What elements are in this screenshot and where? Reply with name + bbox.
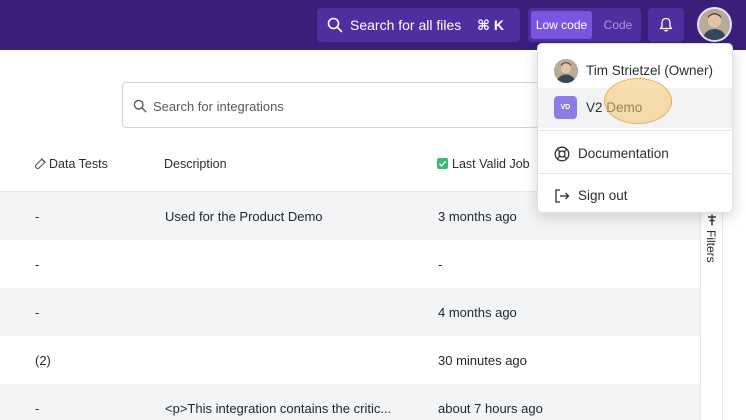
last-valid-job-cell: 3 months ago xyxy=(438,209,517,224)
menu-divider xyxy=(538,130,732,131)
search-shortcut: ⌘ K xyxy=(477,17,504,33)
global-search-label: Search for all files xyxy=(350,17,462,33)
column-header-description[interactable]: Description xyxy=(164,157,227,171)
bell-icon xyxy=(659,17,673,32)
menu-item-documentation-label: Documentation xyxy=(578,146,669,161)
flask-icon xyxy=(35,158,46,169)
last-valid-job-cell: about 7 hours ago xyxy=(438,401,543,416)
last-valid-job-cell: 30 minutes ago xyxy=(438,353,527,368)
notifications-button[interactable] xyxy=(648,8,684,42)
user-menu-dropdown: Tim Strietzel (Owner) VD V2 Demo Documen… xyxy=(537,43,733,213)
menu-item-sign-out[interactable]: Sign out xyxy=(538,177,732,215)
avatar-icon xyxy=(699,9,730,40)
data-tests-cell: - xyxy=(35,209,40,224)
menu-item-documentation[interactable]: Documentation xyxy=(538,134,732,172)
data-tests-cell: (2) xyxy=(35,353,51,368)
low-code-toggle[interactable]: Low code xyxy=(531,11,592,39)
table-row[interactable]: - <p>This integration contains the criti… xyxy=(0,384,700,420)
table-row[interactable]: - - xyxy=(0,240,700,288)
table-row[interactable]: - 4 months ago xyxy=(0,288,700,336)
table-row[interactable]: (2) 30 minutes ago xyxy=(0,336,700,384)
data-tests-cell: - xyxy=(35,257,40,272)
integrations-search-placeholder: Search for integrations xyxy=(153,99,284,114)
code-toggle[interactable]: Code xyxy=(598,11,638,39)
global-search-button[interactable]: Search for all files ⌘ K xyxy=(317,8,520,42)
avatar xyxy=(554,59,578,83)
click-highlight xyxy=(604,78,672,124)
menu-divider xyxy=(538,173,732,174)
menu-item-sign-out-label: Sign out xyxy=(578,188,628,203)
checkbox-icon xyxy=(437,158,448,169)
filter-icon xyxy=(708,214,716,226)
column-header-last-valid-job-label: Last Valid Job xyxy=(452,157,530,171)
column-header-data-tests-label: Data Tests xyxy=(49,157,108,171)
description-cell: Used for the Product Demo xyxy=(165,209,323,224)
workspace-badge: VD xyxy=(554,96,577,119)
mode-switch: Low code Code xyxy=(528,8,641,42)
lifebuoy-icon xyxy=(554,146,570,162)
filters-panel-toggle[interactable]: Filters xyxy=(700,192,722,420)
menu-item-owner-label: Tim Strietzel (Owner) xyxy=(586,63,714,78)
sign-out-icon xyxy=(555,189,570,203)
description-cell: <p>This integration contains the critic.… xyxy=(165,401,392,416)
integrations-search-input[interactable]: Search for integrations xyxy=(122,82,592,128)
last-valid-job-cell: - xyxy=(438,257,443,272)
column-header-data-tests[interactable]: Data Tests xyxy=(35,157,108,171)
column-header-last-valid-job[interactable]: Last Valid Job xyxy=(437,157,530,171)
data-tests-cell: - xyxy=(35,401,40,416)
avatar-icon xyxy=(554,59,578,83)
user-avatar-button[interactable] xyxy=(697,7,732,42)
search-icon xyxy=(133,99,147,113)
filters-label: Filters xyxy=(704,230,718,263)
search-icon xyxy=(327,17,343,33)
last-valid-job-cell: 4 months ago xyxy=(438,305,517,320)
data-tests-cell: - xyxy=(35,305,40,320)
